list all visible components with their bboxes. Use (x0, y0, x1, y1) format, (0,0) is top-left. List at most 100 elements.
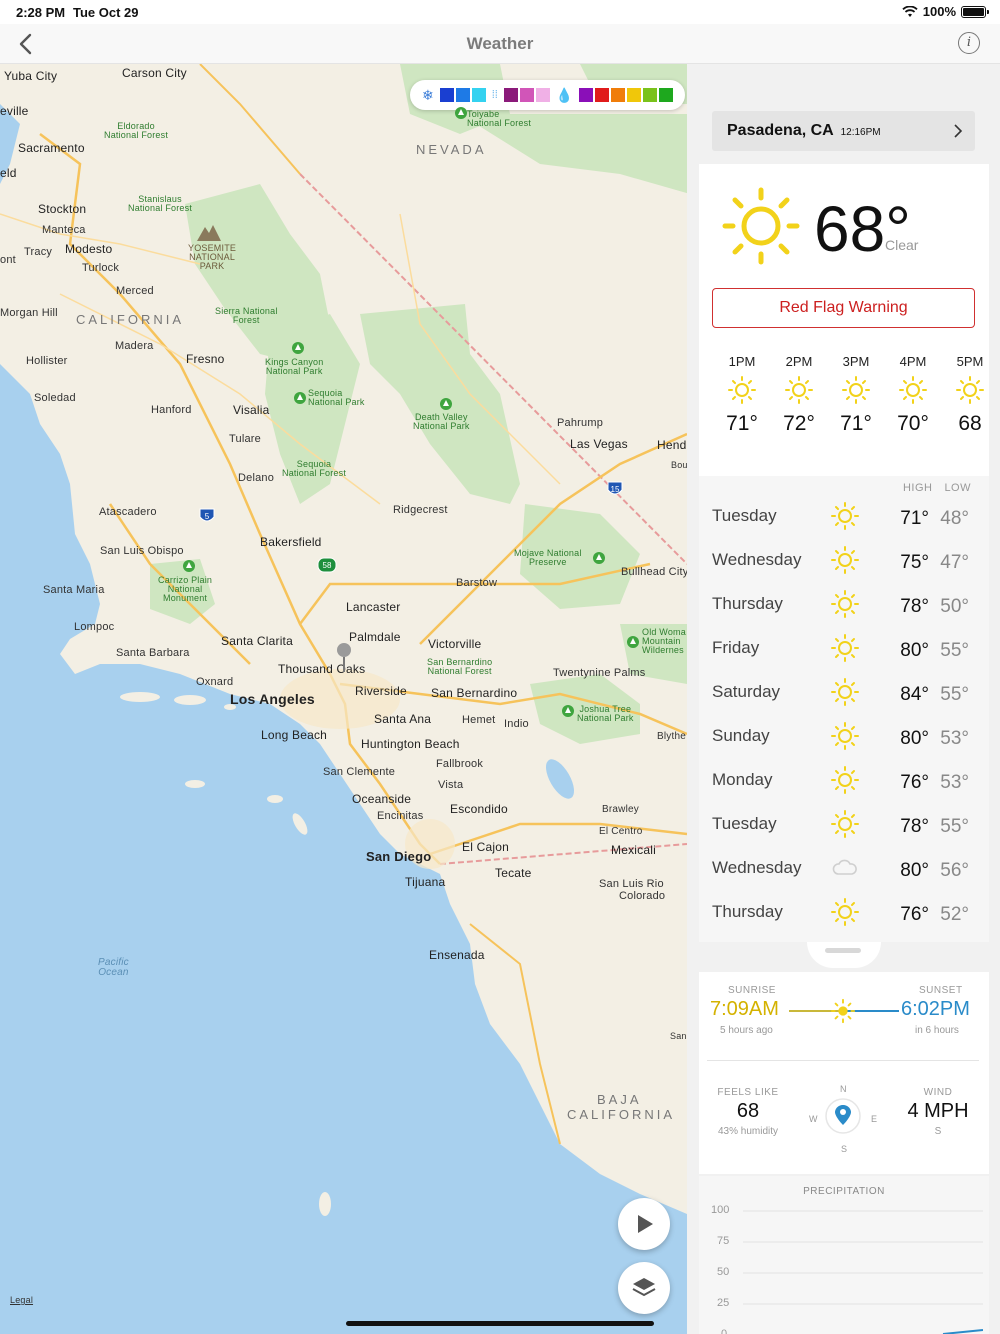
location-selector[interactable]: Pasadena, CA 12:16PM (712, 111, 975, 151)
city-label[interactable]: Merced (116, 285, 154, 297)
day-name: Tuesday (712, 506, 777, 525)
city-label[interactable]: Manteca (42, 224, 86, 236)
city-label[interactable]: Victorville (428, 637, 481, 651)
city-label[interactable]: Bou (671, 460, 687, 470)
city-label[interactable]: Soledad (34, 392, 76, 404)
city-label[interactable]: San (670, 1031, 687, 1041)
city-label[interactable]: Ensenada (429, 948, 485, 962)
city-label[interactable]: San Bernardino (431, 686, 517, 700)
city-label[interactable]: Twentynine Palms (553, 667, 645, 679)
city-label[interactable]: Bullhead City (621, 566, 687, 578)
red-flag-warning-button[interactable]: Red Flag Warning (712, 288, 975, 328)
city-label[interactable]: Santa Ana (374, 712, 431, 726)
region-label: CALIFORNIA (567, 1107, 676, 1122)
city-label[interactable]: Sacramento (18, 141, 85, 155)
park-pin-icon[interactable] (292, 342, 304, 354)
location-pin-icon[interactable] (336, 642, 352, 672)
city-label[interactable]: Santa Barbara (116, 647, 190, 659)
city-label[interactable]: Hemet (462, 714, 495, 726)
battery-percent: 100% (922, 4, 956, 19)
radar-legend[interactable]: ❄ ⁞⁞ 💧 (410, 80, 685, 110)
legal-link[interactable]: Legal (10, 1295, 33, 1305)
city-label[interactable]: Riverside (355, 684, 407, 698)
city-label[interactable]: Long Beach (261, 728, 327, 742)
city-label[interactable]: Vista (438, 779, 463, 791)
city-label[interactable]: Blythe (657, 731, 686, 742)
city-label[interactable]: Mexicali (611, 843, 656, 857)
city-label[interactable]: Delano (238, 472, 274, 484)
sun-icon (785, 376, 813, 404)
city-label[interactable]: Pahrump (557, 417, 603, 429)
city-label[interactable]: Tijuana (405, 875, 445, 889)
city-label[interactable]: Atascadero (99, 506, 157, 518)
city-label[interactable]: Oxnard (196, 676, 233, 688)
sun-icon (831, 678, 859, 706)
city-label[interactable]: Escondido (450, 802, 508, 816)
city-label[interactable]: San Diego (366, 849, 431, 864)
play-radar-button[interactable] (618, 1198, 670, 1250)
park-pin-icon[interactable] (593, 552, 605, 564)
park-pin-icon[interactable] (294, 392, 306, 404)
city-label[interactable]: San Luis Rio (599, 878, 664, 890)
park-pin-icon[interactable] (455, 107, 467, 119)
park-pin-icon[interactable] (440, 398, 452, 410)
city-label[interactable]: Colorado (619, 890, 665, 902)
city-label[interactable]: Brawley (602, 804, 639, 815)
city-label[interactable]: Oceanside (352, 792, 411, 806)
city-label[interactable]: Santa Clarita (221, 634, 293, 648)
city-label[interactable]: eld (0, 166, 17, 180)
city-label[interactable]: Madera (115, 340, 154, 352)
city-label[interactable]: Lancaster (346, 600, 401, 614)
hourly-forecast[interactable]: 1PM 71° 2PM 72° 3PM 71° 4PM 70° 5PM 68 (699, 354, 989, 454)
highway-number: 58 (323, 561, 332, 570)
city-label[interactable]: Los Angeles (230, 691, 315, 707)
city-label[interactable]: Indio (504, 718, 529, 730)
park-pin-icon[interactable] (183, 560, 195, 572)
city-label[interactable]: El Cajon (462, 840, 509, 854)
city-label[interactable]: San Clemente (323, 766, 395, 778)
city-label[interactable]: El Centro (599, 826, 643, 837)
park-label: Sierra National Forest (215, 306, 278, 325)
city-label[interactable]: Hanford (151, 404, 192, 416)
weather-map[interactable]: ❄ ⁞⁞ 💧 NEVADA CALIFORNIA BAJA CALIFORNIA… (0, 64, 687, 1334)
city-label[interactable]: Thousand Oaks (278, 662, 365, 676)
city-label[interactable]: Morgan Hill (0, 307, 58, 319)
park-pin-icon[interactable] (627, 636, 639, 648)
city-label[interactable]: Barstow (456, 577, 497, 589)
wind-direction: S (934, 1126, 942, 1137)
city-label[interactable]: Tracy (24, 246, 52, 258)
city-label[interactable]: Las Vegas (570, 437, 628, 451)
city-label[interactable]: Visalia (233, 403, 270, 417)
city-label[interactable]: San Luis Obispo (100, 545, 184, 557)
city-label[interactable]: eville (0, 104, 29, 118)
city-label[interactable]: Bakersfield (260, 535, 322, 549)
city-label[interactable]: Modesto (65, 242, 112, 256)
city-label[interactable]: Hollister (26, 355, 68, 367)
park-pin-icon[interactable] (562, 705, 574, 717)
weather-panel[interactable]: Pasadena, CA 12:16PM 68° Clear Red Flag … (687, 64, 1000, 1334)
city-label[interactable]: Ridgecrest (393, 504, 448, 516)
city-label[interactable]: ont (0, 254, 16, 266)
city-label[interactable]: Turlock (82, 262, 119, 274)
city-label[interactable]: Hend (657, 438, 687, 452)
city-label[interactable]: Encinitas (377, 810, 423, 822)
city-label[interactable]: Santa Maria (43, 584, 105, 596)
hour-time: 5PM (956, 354, 984, 369)
map-layers-button[interactable] (618, 1262, 670, 1314)
city-label[interactable]: Yuba City (4, 69, 57, 83)
city-label[interactable]: Fallbrook (436, 758, 483, 770)
mountain-icon[interactable] (195, 221, 223, 243)
info-icon[interactable]: i (958, 32, 980, 54)
hour-time: 4PM (899, 354, 927, 369)
city-label[interactable]: Carson City (122, 66, 187, 80)
city-label[interactable]: Stockton (38, 202, 86, 216)
park-label: Mojave National Preserve (514, 548, 582, 567)
city-label[interactable]: Lompoc (74, 621, 114, 633)
city-label[interactable]: Tecate (495, 866, 532, 880)
city-label[interactable]: Fresno (186, 352, 225, 366)
expand-handle[interactable] (807, 942, 881, 968)
city-label[interactable]: Huntington Beach (361, 737, 460, 751)
precip-tick: 25 (717, 1297, 730, 1309)
city-label[interactable]: Palmdale (349, 630, 401, 644)
city-label[interactable]: Tulare (229, 433, 261, 445)
